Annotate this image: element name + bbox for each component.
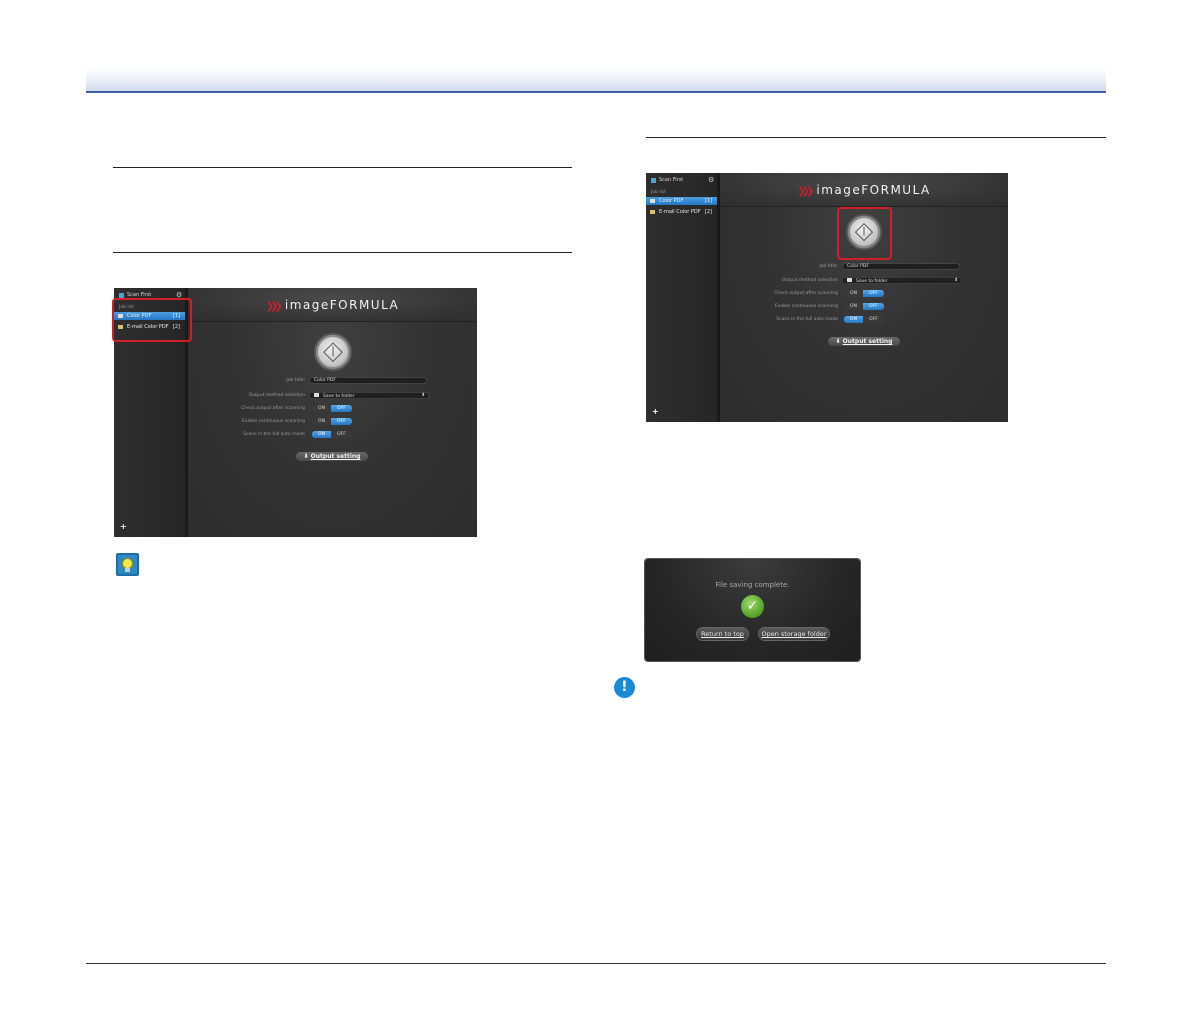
important-exclamation-icon: ! [614, 677, 635, 698]
logo-chevron-icon: ❯❯❯ [265, 301, 283, 312]
document-icon [650, 199, 655, 203]
continuous-scan-toggle[interactable]: ON OFF [312, 418, 352, 425]
page-header-band [86, 68, 1106, 91]
app-screenshot-start-scan: Scan First ⚙ Job list Color PDF [1] E-ma… [646, 173, 1008, 422]
logo-chevron-icon: ❯❯❯ [797, 186, 814, 197]
updown-arrow-icon: ⬍ [421, 393, 425, 398]
section-rule [646, 137, 1106, 138]
gear-icon[interactable]: ⚙ [708, 176, 714, 184]
file-saving-complete-dialog: File saving complete. ✓ Return to top Op… [645, 559, 860, 661]
hint-lightbulb-icon [116, 553, 139, 576]
scan-first-item[interactable]: Scan First [651, 177, 683, 183]
checkmark-icon: ✓ [741, 595, 764, 618]
highlight-job-list [112, 298, 192, 342]
output-method-select[interactable]: Save to folder ⬍ [309, 392, 429, 399]
dialog-message: File saving complete. [715, 581, 790, 589]
page-footer-rule [86, 963, 1106, 964]
add-job-icon[interactable]: + [120, 522, 127, 531]
imageformula-logo: ❯❯❯ imageFORMULA [797, 183, 931, 197]
scan-first-icon [651, 177, 656, 183]
highlight-start-button [837, 207, 892, 260]
check-output-toggle[interactable]: ON OFF [312, 405, 352, 412]
updown-arrow-icon: ⬍ [954, 278, 958, 283]
job-sidebar: Scan First ⚙ Job list Color PDF [1] E-ma… [646, 173, 720, 422]
open-storage-folder-button[interactable]: Open storage folder [759, 628, 829, 640]
job-title-field[interactable]: Color PDF [309, 377, 427, 384]
scan-first-icon [119, 292, 124, 298]
section-rule [113, 252, 572, 253]
job-item-email-color-pdf[interactable]: E-mail Color PDF [2] [646, 208, 717, 216]
add-job-icon[interactable]: + [652, 407, 659, 416]
continuous-scan-toggle[interactable]: ON OFF [844, 303, 884, 310]
scan-start-button[interactable] [314, 333, 352, 371]
folder-icon [847, 278, 852, 282]
job-item-color-pdf[interactable]: Color PDF [1] [646, 197, 717, 205]
job-list-label: Job list [651, 190, 666, 195]
section-rule [113, 167, 572, 168]
full-auto-toggle[interactable]: ON OFF [844, 316, 884, 323]
output-setting-button[interactable]: ⬇ Output setting [296, 452, 368, 461]
return-to-top-button[interactable]: Return to top [697, 628, 748, 640]
down-arrow-icon: ⬇ [835, 338, 841, 345]
folder-icon [314, 393, 319, 397]
down-arrow-icon: ⬇ [303, 453, 309, 460]
output-method-select[interactable]: Save to folder ⬍ [842, 277, 962, 284]
page-header-rule [86, 91, 1106, 93]
job-title-field[interactable]: Color PDF [842, 263, 960, 270]
imageformula-logo: ❯❯❯ imageFORMULA [265, 298, 400, 312]
folder-icon [650, 210, 655, 214]
full-auto-toggle[interactable]: ON OFF [312, 431, 352, 438]
output-setting-button[interactable]: ⬇ Output setting [828, 337, 900, 346]
check-output-toggle[interactable]: ON OFF [844, 290, 884, 297]
job-main-panel: ❯❯❯ imageFORMULA Job title: Color PDF Out… [188, 288, 477, 537]
